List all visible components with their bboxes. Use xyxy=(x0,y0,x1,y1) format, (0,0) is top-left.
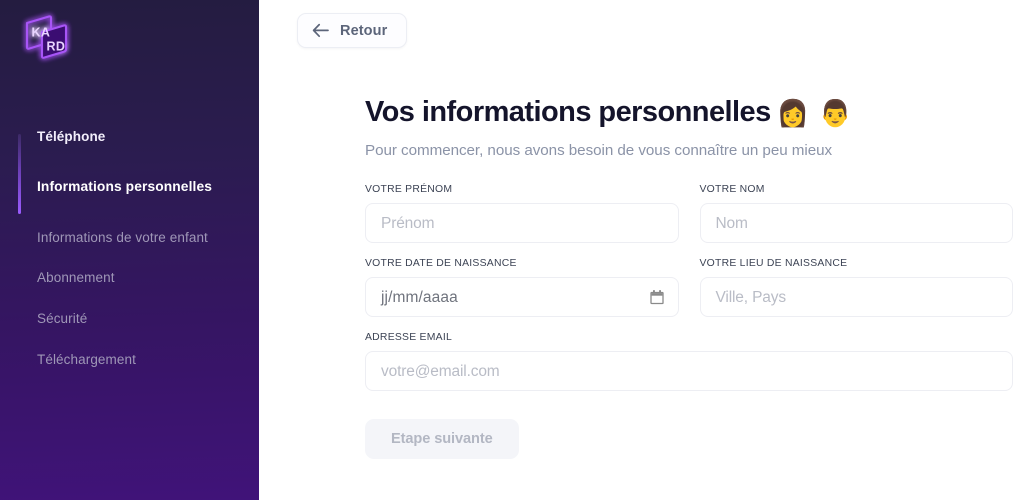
page-title: Vos informations personnelles 👩 👨 xyxy=(365,96,1013,130)
email-input-placeholder: votre@email.com xyxy=(381,362,500,380)
svg-text:RD: RD xyxy=(47,40,66,54)
field-lieu-naissance: VOTRE LIEU DE NAISSANCE Ville, Pays xyxy=(699,258,1013,318)
form-row-names: VOTRE PRÉNOM Prénom VOTRE NOM Nom xyxy=(365,184,1013,258)
active-step-indicator xyxy=(18,134,21,214)
sidebar-item-telephone[interactable]: Téléphone xyxy=(0,128,259,146)
prenom-input[interactable]: Prénom xyxy=(365,203,679,244)
kard-logo[interactable]: KA RD xyxy=(18,10,76,68)
svg-text:KA: KA xyxy=(32,26,51,40)
sidebar-nav: Téléphone Informations personnelles Info… xyxy=(0,128,259,369)
field-date-naissance: VOTRE DATE DE NAISSANCE jj/mm/aaaa xyxy=(365,258,679,318)
email-input[interactable]: votre@email.com xyxy=(365,351,1013,392)
nom-input[interactable]: Nom xyxy=(699,203,1013,244)
woman-emoji: 👩 xyxy=(776,98,810,128)
field-nom-label: VOTRE NOM xyxy=(699,184,765,196)
form-row-birth: VOTRE DATE DE NAISSANCE jj/mm/aaaa VOTRE… xyxy=(365,258,1013,332)
sidebar-item-telechargement[interactable]: Téléchargement xyxy=(0,351,259,369)
sidebar-item-securite[interactable]: Sécurité xyxy=(0,310,259,328)
field-prenom: VOTRE PRÉNOM Prénom xyxy=(365,184,679,244)
next-step-button[interactable]: Etape suivante xyxy=(365,419,519,460)
sidebar-item-informations-personnelles[interactable]: Informations personnelles xyxy=(0,178,259,196)
field-date-naissance-label: VOTRE DATE DE NAISSANCE xyxy=(365,258,517,270)
man-emoji: 👨 xyxy=(819,98,852,128)
sidebar-item-informations-enfant[interactable]: Informations de votre enfant xyxy=(0,229,259,247)
lieu-naissance-input-placeholder: Ville, Pays xyxy=(715,288,787,306)
back-button-label: Retour xyxy=(340,22,388,39)
date-naissance-input-placeholder: jj/mm/aaaa xyxy=(381,288,458,306)
date-naissance-input[interactable]: jj/mm/aaaa xyxy=(365,277,679,318)
next-step-button-label: Etape suivante xyxy=(391,431,493,448)
lieu-naissance-input[interactable]: Ville, Pays xyxy=(699,277,1013,318)
sidebar-item-abonnement[interactable]: Abonnement xyxy=(0,269,259,287)
sidebar: KA RD Téléphone Informations personnelle… xyxy=(0,0,259,500)
field-nom: VOTRE NOM Nom xyxy=(699,184,1013,244)
nom-input-placeholder: Nom xyxy=(715,214,748,232)
main-content: Retour Vos informations personnelles 👩 👨 P… xyxy=(259,0,1024,500)
page-subtitle: Pour commencer, nous avons besoin de vou… xyxy=(365,141,833,159)
field-prenom-label: VOTRE PRÉNOM xyxy=(365,184,453,196)
form-row-email: ADRESSE EMAIL votre@email.com xyxy=(365,332,1013,406)
back-button[interactable]: Retour xyxy=(297,13,408,48)
personal-info-form: VOTRE PRÉNOM Prénom VOTRE NOM Nom VOTRE … xyxy=(365,184,1013,460)
prenom-input-placeholder: Prénom xyxy=(381,214,435,232)
field-lieu-naissance-label: VOTRE LIEU DE NAISSANCE xyxy=(699,258,848,270)
kard-logo-icon: KA RD xyxy=(25,15,68,59)
field-email-label: ADRESSE EMAIL xyxy=(365,332,452,344)
calendar-icon[interactable] xyxy=(649,290,664,305)
field-email: ADRESSE EMAIL votre@email.com xyxy=(365,332,1013,392)
form-container: Vos informations personnelles 👩 👨 Pour com… xyxy=(365,96,1013,460)
arrow-left-icon xyxy=(312,23,329,38)
page-title-text: Vos informations personnelles xyxy=(365,96,771,128)
